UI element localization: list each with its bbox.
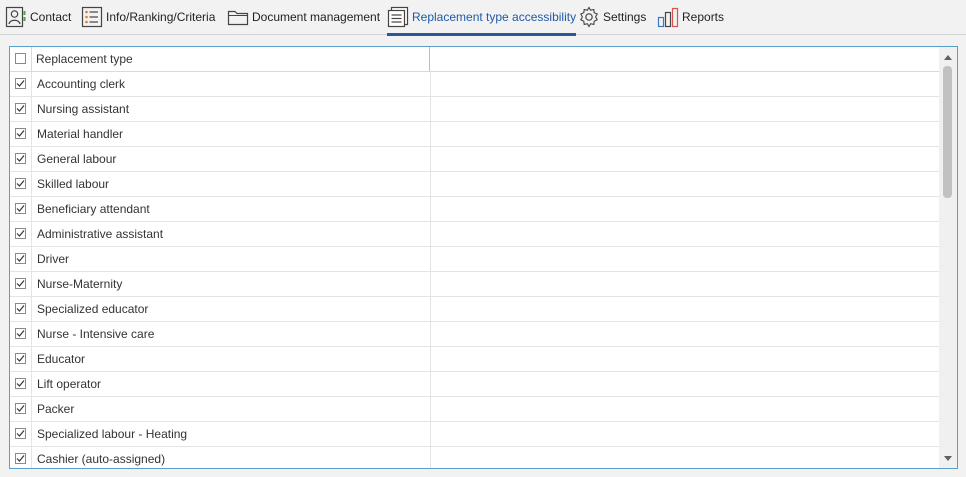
row-checkbox-cell <box>10 222 32 246</box>
tab-bar: Contact Info/Ranking/Criteria Document m… <box>0 0 966 36</box>
row-checkbox[interactable] <box>15 253 26 264</box>
tab-contact[interactable]: Contact <box>5 0 71 34</box>
row-checkbox[interactable] <box>15 278 26 289</box>
row-checkbox[interactable] <box>15 353 26 364</box>
replacement-type-cell: Administrative assistant <box>32 222 431 246</box>
table-row[interactable]: Lift operator <box>10 372 939 397</box>
contact-icon <box>5 6 27 28</box>
replacement-type-cell: Packer <box>32 397 431 421</box>
table-row[interactable]: Beneficiary attendant <box>10 197 939 222</box>
row-checkbox-cell <box>10 197 32 221</box>
row-checkbox-cell <box>10 247 32 271</box>
table-row[interactable]: Skilled labour <box>10 172 939 197</box>
row-checkbox[interactable] <box>15 403 26 414</box>
row-checkbox-cell <box>10 272 32 296</box>
row-checkbox[interactable] <box>15 153 26 164</box>
row-checkbox-cell <box>10 447 32 468</box>
table-row[interactable]: Nursing assistant <box>10 97 939 122</box>
tab-info-ranking-criteria[interactable]: Info/Ranking/Criteria <box>81 0 215 34</box>
tab-label: Contact <box>30 10 72 24</box>
row-checkbox-cell <box>10 147 32 171</box>
row-checkbox[interactable] <box>15 78 26 89</box>
replacement-type-cell: Nurse-Maternity <box>32 272 431 296</box>
vertical-scrollbar[interactable] <box>939 47 957 468</box>
replacement-type-cell: Nurse - Intensive care <box>32 322 431 346</box>
table-row[interactable]: Cashier (auto-assigned) <box>10 447 939 468</box>
row-checkbox-cell <box>10 347 32 371</box>
replacement-type-cell: Cashier (auto-assigned) <box>32 447 431 468</box>
row-checkbox-cell <box>10 372 32 396</box>
row-checkbox-cell <box>10 397 32 421</box>
table-row[interactable]: Specialized educator <box>10 297 939 322</box>
row-checkbox[interactable] <box>15 128 26 139</box>
replacement-type-cell: Beneficiary attendant <box>32 197 431 221</box>
column-header-empty <box>431 47 939 71</box>
table-row[interactable]: Nurse - Intensive care <box>10 322 939 347</box>
replacement-type-panel: Replacement type Accounting clerk Nursing… <box>9 46 958 469</box>
table-row[interactable]: Accounting clerk <box>10 72 939 97</box>
row-checkbox[interactable] <box>15 103 26 114</box>
table-row[interactable]: Driver <box>10 247 939 272</box>
row-checkbox[interactable] <box>15 203 26 214</box>
gear-icon <box>578 6 600 28</box>
scroll-up-icon[interactable] <box>939 49 957 65</box>
replacement-type-cell: Skilled labour <box>32 172 431 196</box>
tab-label: Replacement type accessibility <box>412 10 577 24</box>
row-checkbox-cell <box>10 297 32 321</box>
scrollbar-thumb[interactable] <box>943 66 952 198</box>
table-row[interactable]: Administrative assistant <box>10 222 939 247</box>
tab-document-management[interactable]: Document management <box>227 0 380 34</box>
column-header-replacement-type[interactable]: Replacement type <box>32 47 430 71</box>
tab-label: Document management <box>252 10 381 24</box>
row-checkbox-cell <box>10 122 32 146</box>
tab-settings[interactable]: Settings <box>578 0 646 34</box>
replacement-type-cell: Driver <box>32 247 431 271</box>
row-checkbox[interactable] <box>15 178 26 189</box>
list-icon <box>81 6 103 28</box>
row-checkbox[interactable] <box>15 378 26 389</box>
replacement-type-cell: Lift operator <box>32 372 431 396</box>
row-checkbox-cell <box>10 97 32 121</box>
row-checkbox-cell <box>10 422 32 446</box>
table-row[interactable]: Educator <box>10 347 939 372</box>
replacement-type-grid: Replacement type Accounting clerk Nursing… <box>10 47 939 468</box>
replacement-type-cell: General labour <box>32 147 431 171</box>
replacement-type-cell: Nursing assistant <box>32 97 431 121</box>
header-checkbox-cell <box>10 47 32 71</box>
row-checkbox-cell <box>10 72 32 96</box>
row-checkbox-cell <box>10 322 32 346</box>
row-checkbox[interactable] <box>15 453 26 464</box>
tab-label: Info/Ranking/Criteria <box>106 10 216 24</box>
row-checkbox[interactable] <box>15 303 26 314</box>
grid-header: Replacement type <box>10 47 939 72</box>
row-checkbox-cell <box>10 172 32 196</box>
table-row[interactable]: Packer <box>10 397 939 422</box>
row-checkbox[interactable] <box>15 428 26 439</box>
table-row[interactable]: General labour <box>10 147 939 172</box>
folder-icon <box>227 6 249 28</box>
replacement-type-cell: Specialized labour - Heating <box>32 422 431 446</box>
table-row[interactable]: Specialized labour - Heating <box>10 422 939 447</box>
replacement-type-cell: Material handler <box>32 122 431 146</box>
replacement-type-cell: Accounting clerk <box>32 72 431 96</box>
row-checkbox[interactable] <box>15 228 26 239</box>
replacement-type-cell: Educator <box>32 347 431 371</box>
row-checkbox[interactable] <box>15 328 26 339</box>
select-all-checkbox[interactable] <box>15 53 26 64</box>
bar-chart-icon <box>657 6 679 28</box>
document-list-icon <box>387 6 409 28</box>
replacement-type-cell: Specialized educator <box>32 297 431 321</box>
table-row[interactable]: Material handler <box>10 122 939 147</box>
tab-replacement-type-accessibility[interactable]: Replacement type accessibility <box>387 0 577 36</box>
table-row[interactable]: Nurse-Maternity <box>10 272 939 297</box>
tab-label: Reports <box>682 10 725 24</box>
tab-label: Settings <box>603 10 647 24</box>
scroll-down-icon[interactable] <box>939 450 957 466</box>
tab-reports[interactable]: Reports <box>657 0 724 34</box>
